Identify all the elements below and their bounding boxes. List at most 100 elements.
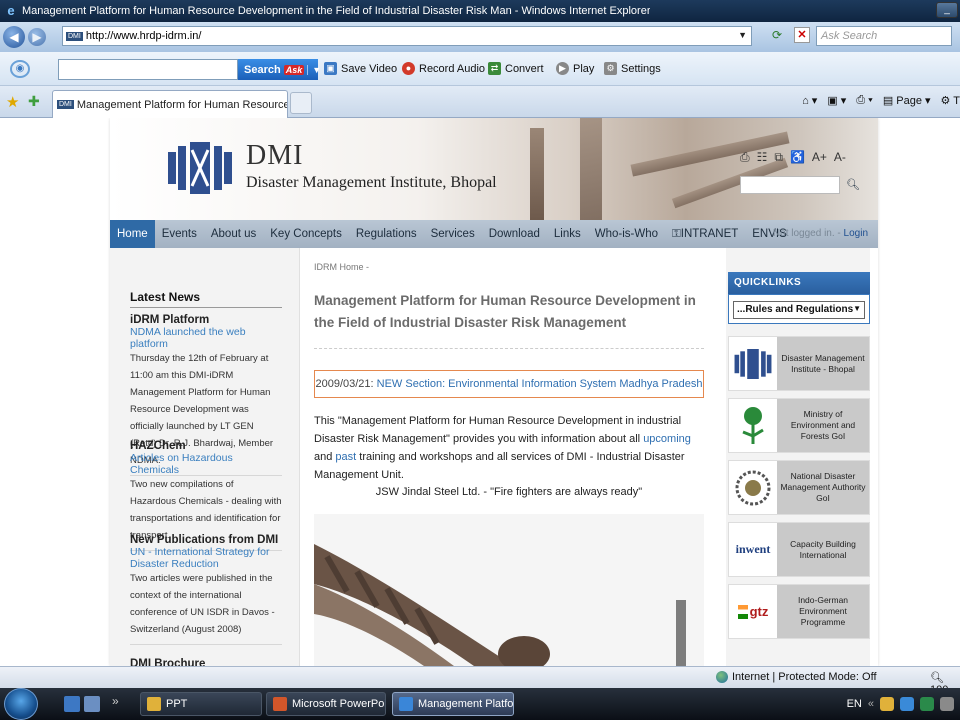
language-indicator[interactable]: EN bbox=[847, 698, 862, 710]
page-menu[interactable]: ▤ Page ▾ bbox=[883, 94, 931, 107]
left-sidebar: Latest News iDRM Platform NDMA launched … bbox=[110, 248, 300, 666]
speaker-icon[interactable]: ◉ bbox=[10, 60, 30, 78]
play-button[interactable]: ▶ Play bbox=[556, 62, 594, 75]
site-brand: DMI bbox=[246, 140, 304, 171]
taskbar-button-ppt[interactable]: PPT bbox=[140, 692, 262, 716]
ask-search-button[interactable]: Search Ask ▼ bbox=[238, 59, 321, 80]
news-title: iDRM Platform bbox=[130, 314, 210, 326]
search-icon[interactable]: 🔍︎ bbox=[846, 178, 860, 191]
partner-link[interactable]: Ministry of Environment and Forests GoI bbox=[728, 398, 870, 453]
nav-home[interactable]: Home bbox=[110, 220, 155, 248]
back-button[interactable]: ◀ bbox=[3, 26, 25, 48]
system-tray: EN « bbox=[847, 688, 960, 720]
taskbar-button-powerpoint[interactable]: Microsoft PowerPoi... bbox=[266, 692, 386, 716]
tray-app-icon[interactable] bbox=[920, 697, 934, 711]
ask-search-label: Search bbox=[244, 63, 281, 76]
news-link[interactable]: NDMA launched the web platform bbox=[130, 326, 282, 350]
tab-title: Management Platform for Human Resource D… bbox=[76, 98, 288, 111]
print-icon[interactable]: ⎙ ▾ bbox=[856, 94, 872, 107]
page-title: Management Platform for Human Resource D… bbox=[314, 293, 696, 330]
breadcrumb-home[interactable]: IDRM Home bbox=[314, 262, 364, 272]
main-content: IDRM Home - Management Platform for Huma… bbox=[314, 248, 706, 666]
url-text[interactable]: http://www.hrdp-idrm.in/ bbox=[86, 30, 202, 42]
accessibility-icon[interactable]: ♿ bbox=[790, 150, 805, 165]
site-search-input[interactable] bbox=[740, 176, 840, 194]
tray-expand-icon[interactable]: « bbox=[868, 698, 874, 710]
stop-icon[interactable]: ✕ bbox=[794, 27, 810, 43]
bookmark-icon[interactable]: ⧉ bbox=[774, 150, 783, 165]
browser-search-input[interactable]: Ask Search bbox=[816, 26, 952, 46]
window-title: Management Platform for Human Resource D… bbox=[22, 5, 651, 17]
nav-events[interactable]: Events bbox=[155, 220, 204, 248]
window-titlebar: e Management Platform for Human Resource… bbox=[0, 0, 960, 22]
taskbar-button-ie[interactable]: Management Platfo... bbox=[392, 692, 514, 716]
partner-link[interactable]: gtz Indo-German Environment Programme bbox=[728, 584, 870, 639]
upcoming-link[interactable]: upcoming bbox=[643, 433, 691, 445]
browser-tab-active[interactable]: DMI Management Platform for Human Resour… bbox=[52, 90, 288, 118]
start-button[interactable] bbox=[4, 688, 38, 720]
nav-regulations[interactable]: Regulations bbox=[349, 220, 424, 248]
switch-windows-icon[interactable] bbox=[84, 696, 100, 712]
security-zone[interactable]: Internet | Protected Mode: Off bbox=[716, 671, 877, 683]
partner-link[interactable]: Disaster Management Institute - Bhopal bbox=[728, 336, 870, 391]
right-sidebar: QUICKLINKS ...Rules and Regulations ▼ Di… bbox=[726, 248, 870, 666]
ask-search-input[interactable] bbox=[58, 59, 238, 80]
settings-icon: ⚙ bbox=[604, 62, 617, 75]
font-decrease-icon[interactable]: A- bbox=[834, 150, 846, 165]
ask-dropdown-icon[interactable]: ▼ bbox=[307, 64, 325, 75]
internet-globe-icon bbox=[716, 671, 728, 683]
feeds-icon[interactable]: ▣ ▾ bbox=[827, 94, 846, 107]
ie-logo-icon: e bbox=[7, 3, 15, 18]
partner-link[interactable]: National Disaster Management Authority G… bbox=[728, 460, 870, 515]
save-video-icon: ▣ bbox=[324, 62, 337, 75]
address-bar: ◀ ▶ DMI http://www.hrdp-idrm.in/ ▼ ⟳ ✕ A… bbox=[0, 22, 960, 52]
nav-services[interactable]: Services bbox=[424, 220, 482, 248]
tools-menu[interactable]: ⚙ T bbox=[941, 94, 960, 107]
minimize-icon[interactable]: _ bbox=[936, 2, 958, 18]
convert-button[interactable]: ⇄ Convert bbox=[488, 62, 544, 75]
key-icon: ⚿ bbox=[672, 228, 681, 240]
partner-name: Capacity Building International bbox=[777, 523, 869, 576]
zone-text: Internet | Protected Mode: Off bbox=[732, 671, 877, 683]
past-link[interactable]: past bbox=[335, 451, 356, 463]
site-banner: DMI Disaster Management Institute, Bhopa… bbox=[110, 118, 878, 220]
nav-intranet[interactable]: ⚿INTRANET bbox=[665, 220, 745, 248]
nav-about-us[interactable]: About us bbox=[204, 220, 263, 248]
favorites-star-icon[interactable]: ★ bbox=[6, 93, 19, 111]
home-icon[interactable]: ⌂ ▾ bbox=[802, 94, 817, 107]
news-item: DMI Brochure bbox=[130, 658, 282, 666]
forward-button[interactable]: ▶ bbox=[28, 28, 46, 46]
font-increase-icon[interactable]: A+ bbox=[812, 150, 827, 165]
news-link[interactable]: Articles on Hazardous Chemicals bbox=[130, 452, 282, 476]
tray-shield-icon[interactable] bbox=[880, 697, 894, 711]
play-label: Play bbox=[573, 62, 595, 75]
nav-who-is-who[interactable]: Who-is-Who bbox=[588, 220, 665, 248]
partner-name: National Disaster Management Authority G… bbox=[777, 461, 869, 514]
nav-links[interactable]: Links bbox=[547, 220, 588, 248]
url-dropdown-icon[interactable]: ▼ bbox=[738, 30, 747, 40]
refresh-icon[interactable]: ⟳ bbox=[772, 28, 782, 42]
sitemap-icon[interactable]: ☷ bbox=[757, 150, 768, 165]
url-field[interactable]: DMI http://www.hrdp-idrm.in/ ▼ bbox=[62, 26, 752, 46]
page-menu-label: Page bbox=[896, 95, 922, 107]
quicklaunch-overflow-icon[interactable]: » bbox=[112, 694, 119, 708]
new-tab-button[interactable] bbox=[290, 92, 312, 114]
tray-volume-icon[interactable] bbox=[940, 697, 954, 711]
powerpoint-icon bbox=[273, 697, 287, 711]
partner-link[interactable]: inwent Capacity Building International bbox=[728, 522, 870, 577]
tray-network-icon[interactable] bbox=[900, 697, 914, 711]
record-audio-button[interactable]: ● Record Audio bbox=[402, 62, 485, 75]
quicklinks-selected: ...Rules and Regulations bbox=[737, 304, 854, 315]
nav-key-concepts[interactable]: Key Concepts bbox=[263, 220, 349, 248]
nav-download[interactable]: Download bbox=[482, 220, 547, 248]
news-link[interactable]: UN - International Strategy for Disaster… bbox=[130, 546, 282, 570]
notice-link[interactable]: NEW Section: Environmental Information S… bbox=[377, 378, 703, 390]
login-link[interactable]: Login bbox=[844, 228, 868, 239]
settings-button[interactable]: ⚙ Settings bbox=[604, 62, 661, 75]
add-favorites-icon[interactable]: ✚ bbox=[28, 93, 40, 110]
quicklinks-select[interactable]: ...Rules and Regulations ▼ bbox=[733, 301, 865, 319]
save-video-button[interactable]: ▣ Save Video bbox=[324, 62, 397, 75]
taskbar-label: Management Platfo... bbox=[418, 698, 514, 710]
show-desktop-icon[interactable] bbox=[64, 696, 80, 712]
print-page-icon[interactable]: ⎙ bbox=[740, 150, 750, 165]
